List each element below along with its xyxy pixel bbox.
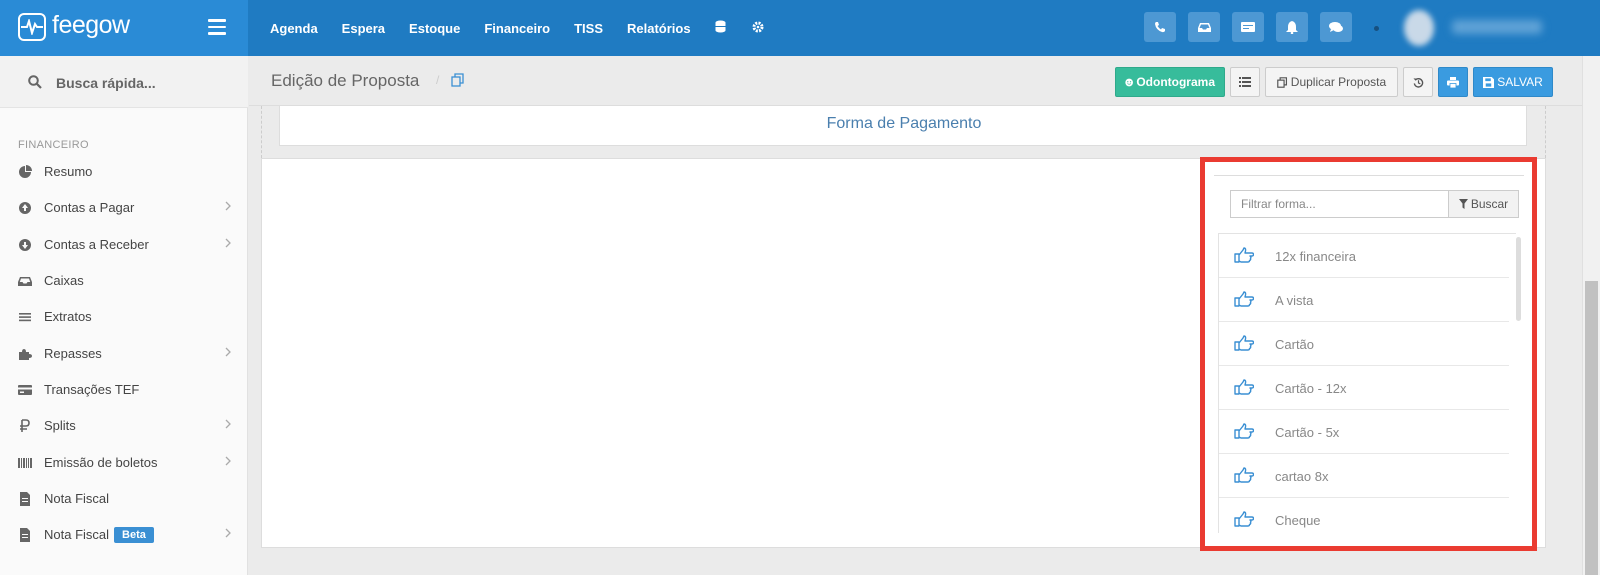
ruble-icon <box>20 419 30 432</box>
sidebar-item-resumo[interactable]: Resumo <box>0 155 247 189</box>
sidebar-item-label: Splits <box>44 418 76 433</box>
user-name-blurred[interactable] <box>1452 20 1542 34</box>
chevron-right-icon <box>225 238 231 248</box>
history-icon <box>1412 77 1423 88</box>
status-dot <box>1374 26 1379 31</box>
sidebar-item-label: Extratos <box>44 309 92 324</box>
list-view-button[interactable] <box>1230 67 1260 97</box>
card-icon[interactable] <box>1232 12 1264 42</box>
pie-chart-icon <box>19 165 32 178</box>
chevron-right-icon <box>225 456 231 466</box>
puzzle-icon <box>19 349 32 360</box>
sidebar-item-transacoes-tef[interactable]: Transações TEF <box>0 373 247 407</box>
smile-icon <box>1125 78 1133 86</box>
page-header: Edição de Proposta / Odontograma Duplica… <box>249 56 1600 106</box>
sidebar-item-label: Emissão de boletos <box>44 455 158 470</box>
sidebar-item-label: Nota Fiscal Beta <box>44 527 154 544</box>
duplicar-proposta-button[interactable]: Duplicar Proposta <box>1265 67 1398 97</box>
sidebar-item-nota-fiscal[interactable]: Nota Fiscal <box>0 482 247 516</box>
highlight-annotation <box>1200 157 1537 551</box>
sidebar-item-splits[interactable]: Splits <box>0 409 247 443</box>
sidebar-item-label: Nota Fiscal <box>44 491 110 506</box>
page-scrollbar[interactable] <box>1582 56 1600 575</box>
sidebar-item-label: Transações TEF <box>44 382 140 397</box>
top-navbar: feegow Agenda Espera Estoque Financeiro … <box>0 0 1600 56</box>
chat-icon[interactable] <box>1320 12 1352 42</box>
feegow-logo-icon[interactable] <box>18 13 46 41</box>
history-button[interactable] <box>1403 67 1433 97</box>
nav-relatorios[interactable]: Relatórios <box>627 21 691 36</box>
nav-espera[interactable]: Espera <box>342 21 385 36</box>
arrow-down-circle-icon <box>19 239 31 251</box>
duplicar-proposta-label: Duplicar Proposta <box>1290 75 1387 89</box>
sidebar-item-nota-fiscal-beta[interactable]: Nota Fiscal Beta <box>0 518 247 552</box>
inbox-icon <box>18 277 32 286</box>
odontograma-button[interactable]: Odontograma <box>1115 67 1225 97</box>
sidebar-item-contas-a-pagar[interactable]: Contas a Pagar <box>0 191 247 225</box>
phone-icon[interactable] <box>1144 12 1176 42</box>
copy-icon <box>1276 76 1287 88</box>
forma-de-pagamento-header: Forma de Pagamento <box>279 106 1527 146</box>
brand-name[interactable]: feegow <box>52 11 130 40</box>
header-actions: Odontograma Duplicar Proposta SALVAR <box>1115 67 1558 97</box>
avatar[interactable] <box>1404 10 1434 46</box>
section-title: Forma de Pagamento <box>826 115 982 132</box>
nav-estoque[interactable]: Estoque <box>409 21 460 36</box>
hamburger-menu-icon[interactable] <box>208 19 226 35</box>
top-action-icons <box>1144 12 1364 42</box>
print-icon <box>1447 76 1459 88</box>
sidebar-section-title: FINANCEIRO <box>18 139 89 151</box>
quick-search[interactable]: Busca rápida... <box>0 56 248 108</box>
barcode-icon <box>18 458 32 468</box>
list-icon <box>19 313 31 322</box>
print-button[interactable] <box>1438 67 1468 97</box>
sidebar-item-caixas[interactable]: Caixas <box>0 264 247 298</box>
breadcrumb-separator: / <box>436 73 440 87</box>
quick-search-placeholder: Busca rápida... <box>56 75 156 91</box>
brand-area: feegow <box>0 0 248 56</box>
sidebar-item-repasses[interactable]: Repasses <box>0 337 247 371</box>
nav-agenda[interactable]: Agenda <box>270 21 318 36</box>
chevron-right-icon <box>225 419 231 429</box>
sidebar-item-label: Contas a Pagar <box>44 200 135 215</box>
sidebar-item-label: Contas a Receber <box>44 237 149 252</box>
sidebar-item-text: Nota Fiscal <box>44 527 110 542</box>
copy-icon[interactable] <box>451 73 465 87</box>
sidebar-item-label: Caixas <box>44 273 84 288</box>
file-icon <box>20 528 30 542</box>
page-title: Edição de Proposta <box>271 71 420 90</box>
arrow-up-circle-icon <box>19 202 31 214</box>
chevron-right-icon <box>225 528 231 538</box>
gear-icon[interactable] <box>752 21 764 36</box>
nav-tiss[interactable]: TISS <box>574 21 603 36</box>
inbox-icon[interactable] <box>1188 12 1220 42</box>
chevron-right-icon <box>225 201 231 211</box>
odontograma-label: Odontograma <box>1136 75 1215 89</box>
file-icon <box>20 492 30 506</box>
page-scrollbar-thumb[interactable] <box>1585 281 1598 575</box>
bell-icon[interactable] <box>1276 12 1308 42</box>
sidebar: Busca rápida... FINANCEIRO Resumo Contas… <box>0 56 248 575</box>
nav-financeiro[interactable]: Financeiro <box>484 21 550 36</box>
sidebar-item-label: Repasses <box>44 346 102 361</box>
sidebar-item-contas-a-receber[interactable]: Contas a Receber <box>0 228 247 262</box>
save-label: SALVAR <box>1497 75 1543 89</box>
floppy-icon <box>1483 76 1495 88</box>
sidebar-item-label: Resumo <box>44 164 93 179</box>
chevron-right-icon <box>225 347 231 357</box>
main-nav: Agenda Espera Estoque Financeiro TISS Re… <box>270 0 790 56</box>
credit-card-icon <box>18 385 32 395</box>
sidebar-item-emissao-de-boletos[interactable]: Emissão de boletos <box>0 446 247 480</box>
sidebar-item-extratos[interactable]: Extratos <box>0 300 247 334</box>
list-icon <box>1239 77 1251 87</box>
search-icon <box>28 75 42 89</box>
database-icon[interactable] <box>715 20 726 36</box>
save-button[interactable]: SALVAR <box>1473 67 1553 97</box>
beta-badge: Beta <box>114 527 154 543</box>
